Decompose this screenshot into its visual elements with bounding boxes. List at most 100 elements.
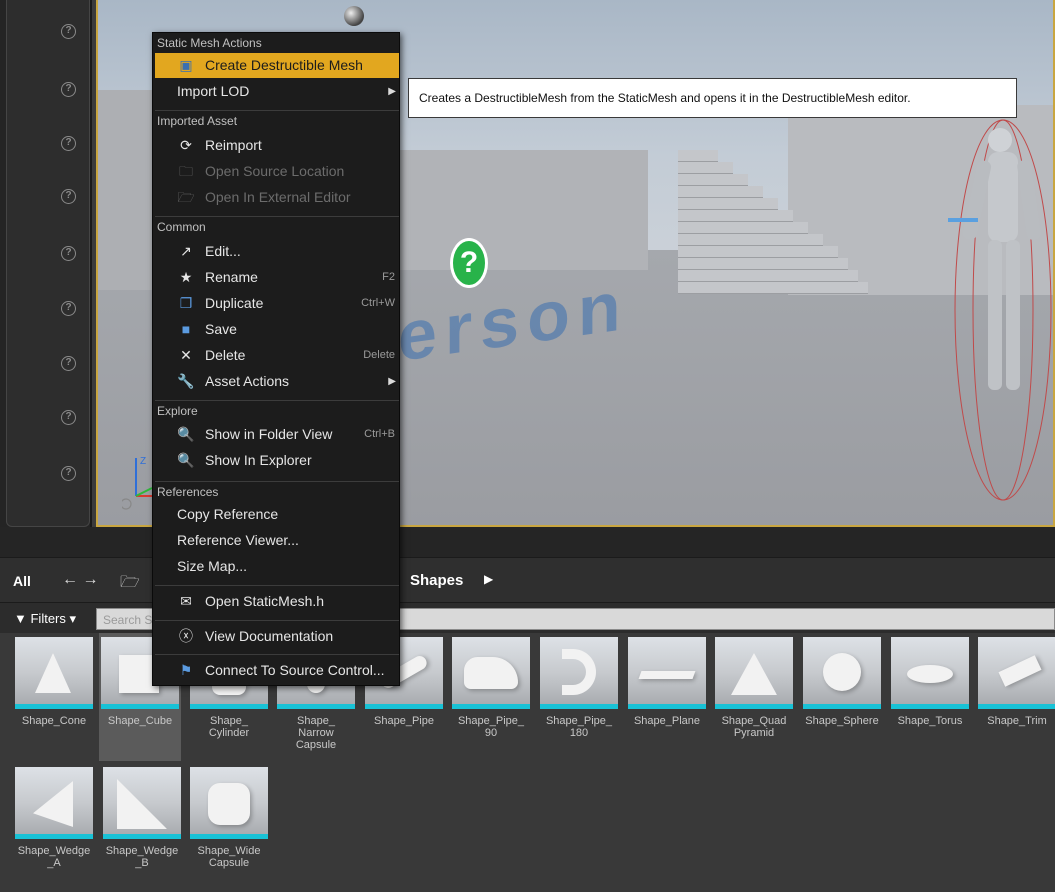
asset-thumbnail — [540, 637, 618, 709]
asset-tile[interactable]: Shape_Wedge _B — [101, 763, 183, 869]
menu-divider — [155, 481, 399, 482]
asset-tile[interactable]: Shape_Torus — [889, 633, 971, 727]
reimport-icon: ⟳ — [180, 137, 192, 153]
submenu-arrow-icon: ▶ — [388, 86, 396, 97]
menu-divider — [155, 585, 399, 586]
help-icon[interactable]: ? — [61, 189, 76, 204]
asset-name: Shape_Pipe_ 180 — [545, 715, 613, 739]
history-back-forward-icon[interactable]: ← → — [62, 571, 98, 589]
menu-item-show-in-folder-view[interactable]: 🔍 Show in Folder View Ctrl+B — [155, 422, 399, 447]
help-icon[interactable]: ? — [61, 246, 76, 261]
filters-label: Filters — [30, 611, 66, 626]
help-icon[interactable]: ? — [61, 82, 76, 97]
menu-item-reference-viewer[interactable]: Reference Viewer... — [155, 528, 399, 553]
asset-tile[interactable]: Shape_Sphere — [801, 633, 883, 727]
shortcut-label: Delete — [363, 349, 395, 361]
asset-name: Shape_Wedge _B — [105, 845, 179, 869]
asset-tile[interactable]: Shape_Wedge _A — [13, 763, 95, 869]
asset-thumbnail — [15, 767, 93, 839]
menu-item-save[interactable]: ■ Save — [155, 317, 399, 342]
wrench-icon: 🔧 — [177, 373, 195, 389]
asset-name: Shape_ Cylinder — [208, 715, 250, 739]
asset-name: Shape_Trim — [987, 715, 1047, 727]
external-editor-icon: 🗁 — [177, 189, 195, 205]
help-icon[interactable]: ? — [61, 24, 76, 39]
menu-item-open-header[interactable]: ✉ Open StaticMesh.h — [155, 589, 399, 614]
asset-thumbnail — [891, 637, 969, 709]
asset-name: Shape_Quad Pyramid — [721, 715, 787, 739]
magnifier-icon: 🔍 — [177, 452, 195, 468]
delete-icon: ✕ — [180, 347, 192, 363]
menu-item-copy-reference[interactable]: Copy Reference — [155, 502, 399, 527]
menu-item-open-source-location[interactable]: 🗀 Open Source Location — [155, 159, 399, 184]
asset-name: Shape_Torus — [897, 715, 963, 727]
menu-item-asset-actions[interactable]: 🔧 Asset Actions ▶ — [155, 369, 399, 394]
save-icon: ■ — [181, 321, 191, 337]
menu-item-view-documentation[interactable]: ⓧ View Documentation — [155, 624, 399, 649]
details-panel: ? ? ? ? ? ? ? ? ? — [0, 0, 92, 527]
asset-tile[interactable]: Shape_Trim — [976, 633, 1055, 727]
path-crumb-shapes[interactable]: Shapes — [410, 572, 463, 589]
asset-tile[interactable]: Shape_Pipe_ 90 — [450, 633, 532, 739]
menu-divider — [155, 654, 399, 655]
folder-icon[interactable]: 🗁 — [120, 571, 140, 598]
asset-thumbnail — [452, 637, 530, 709]
help-icon[interactable]: ? — [61, 356, 76, 371]
source-control-icon: ⚑ — [179, 662, 193, 678]
section-references: References — [157, 485, 219, 499]
filters-button[interactable]: ▼ Filters ▾ — [14, 611, 76, 627]
asset-thumbnail — [803, 637, 881, 709]
chevron-right-icon[interactable]: ▶ — [484, 572, 493, 586]
menu-item-import-lod[interactable]: Import LOD ▶ — [155, 79, 399, 104]
help-icon[interactable]: ? — [61, 301, 76, 316]
duplicate-icon: ❐ — [179, 295, 193, 311]
menu-item-duplicate[interactable]: ❐ Duplicate Ctrl+W — [155, 291, 399, 316]
question-mark-icon: ? — [450, 238, 488, 288]
path-root-all[interactable]: All — [13, 573, 31, 589]
asset-tile[interactable]: Shape_Wide Capsule — [188, 763, 270, 869]
menu-item-connect-source-control[interactable]: ⚑ Connect To Source Control... — [155, 658, 399, 683]
destructible-mesh-icon: ▣ — [179, 57, 193, 73]
menu-divider — [155, 400, 399, 401]
menu-item-edit[interactable]: ↗ Edit... — [155, 239, 399, 264]
context-menu: Static Mesh Actions ▣ Create Destructibl… — [152, 32, 400, 686]
asset-name: Shape_Cone — [21, 715, 87, 727]
asset-name: Shape_Pipe_ 90 — [457, 715, 525, 739]
help-icon[interactable]: ? — [61, 136, 76, 151]
menu-item-open-in-external-editor[interactable]: 🗁 Open In External Editor — [155, 185, 399, 210]
section-common: Common — [157, 220, 206, 234]
asset-thumbnail — [103, 767, 181, 839]
editor-window: ? ? ? ? ? ? ? ? ? erson ? Z All ← → 🗁 Sh… — [0, 0, 1055, 892]
asset-name: Shape_Cube — [107, 715, 173, 727]
asset-name: Shape_Pipe — [374, 715, 434, 727]
asset-tile[interactable]: Shape_Pipe_ 180 — [538, 633, 620, 739]
help-icon[interactable]: ? — [61, 466, 76, 481]
submenu-arrow-icon: ▶ — [388, 376, 396, 387]
asset-tile[interactable]: Shape_Quad Pyramid — [713, 633, 795, 739]
viewport-sphere — [344, 6, 364, 26]
mannequin-character — [948, 119, 1052, 501]
shortcut-label: Ctrl+B — [364, 428, 395, 440]
asset-name: Shape_Plane — [633, 715, 701, 727]
magnifier-icon: 🔍 — [177, 426, 195, 442]
asset-tile[interactable]: Shape_Plane — [626, 633, 708, 727]
asset-name: Shape_Sphere — [805, 715, 879, 727]
menu-item-create-destructible-mesh[interactable]: ▣ Create Destructible Mesh — [155, 53, 399, 78]
asset-thumbnail — [628, 637, 706, 709]
menu-divider — [155, 110, 399, 111]
asset-name: Shape_Wide Capsule — [197, 845, 261, 869]
menu-item-reimport[interactable]: ⟳ Reimport — [155, 133, 399, 158]
help-icon[interactable]: ? — [61, 410, 76, 425]
section-imported-asset: Imported Asset — [157, 114, 238, 128]
menu-item-show-in-explorer[interactable]: 🔍 Show In Explorer — [155, 448, 399, 473]
rename-icon: ★ — [179, 269, 193, 285]
asset-tile[interactable]: Shape_Cone — [13, 633, 95, 727]
tooltip: Creates a DestructibleMesh from the Stat… — [408, 78, 1017, 118]
menu-item-delete[interactable]: ✕ Delete Delete — [155, 343, 399, 368]
help-circle-icon: ⓧ — [179, 628, 193, 644]
menu-divider — [155, 620, 399, 621]
menu-item-rename[interactable]: ★ Rename F2 — [155, 265, 399, 290]
section-static-mesh-actions: Static Mesh Actions — [157, 36, 262, 50]
shortcut-label: F2 — [382, 271, 395, 283]
menu-item-size-map[interactable]: Size Map... — [155, 554, 399, 579]
